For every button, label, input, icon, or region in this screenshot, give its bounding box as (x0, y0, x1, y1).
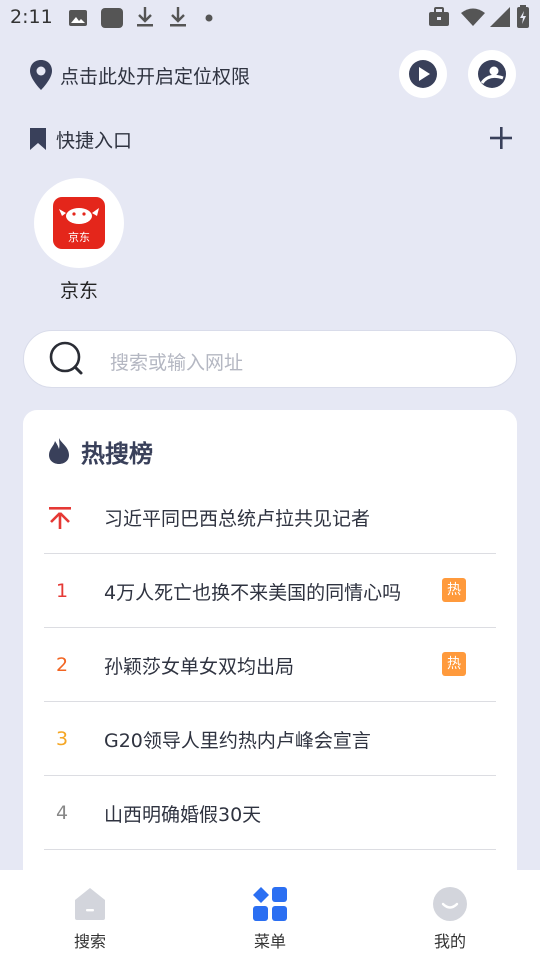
hot-item-text: 孙颖莎女单女双均出局 (104, 656, 295, 678)
nav-mine[interactable]: 我的 (405, 884, 495, 952)
status-time: 2:11 (10, 6, 53, 28)
dot-icon (205, 14, 213, 22)
status-bar: 2:11 (0, 0, 540, 36)
search-bar[interactable]: 搜索或输入网址 (23, 330, 517, 388)
location-text: 点击此处开启定位权限 (60, 65, 251, 88)
hot-item-2[interactable]: 2 孙颖莎女单女双均出局 热 (44, 628, 496, 702)
hot-item-rank: 3 (55, 728, 69, 750)
jd-logo-text: 京东 (68, 230, 90, 244)
download-icon (137, 7, 153, 27)
home-icon (75, 888, 105, 920)
nav-label: 搜索 (73, 932, 106, 951)
shortcut-bubble: 京东 (34, 178, 124, 268)
hot-item-text: 习近平同巴西总统卢拉共见记者 (104, 508, 371, 530)
hot-item-text: 山西明确婚假30天 (104, 804, 262, 826)
hot-item-3[interactable]: 3 G20领导人里约热内卢峰会宣言 (44, 702, 496, 776)
location-pin-icon (30, 60, 52, 90)
shortcut-label: 京东 (59, 280, 98, 302)
search-icon (49, 341, 83, 375)
signal-icon (490, 7, 510, 27)
wifi-icon (461, 8, 485, 26)
hot-item-rank: 2 (55, 654, 69, 676)
profile-icon (433, 887, 467, 921)
hot-item-pinned[interactable]: 习近平同巴西总统卢拉共见记者 (44, 480, 496, 554)
download-icon (170, 7, 186, 27)
user-icon (478, 60, 506, 88)
square-icon (101, 8, 123, 28)
quick-entry-header: 快捷入口 (28, 124, 132, 154)
shortcut-jd[interactable]: 京东 京东 (34, 178, 124, 303)
location-permission-prompt[interactable]: 点击此处开启定位权限 (28, 58, 250, 92)
search-input[interactable]: 搜索或输入网址 (110, 348, 243, 375)
hot-search-header: 热搜榜 (47, 434, 153, 468)
hot-search-card: 热搜榜 习近平同巴西总统卢拉共见记者 1 4万人死亡也换不来美国的同情心吗 热 … (23, 410, 517, 930)
menu-grid-icon (253, 887, 287, 921)
briefcase-icon (429, 7, 449, 26)
bookmark-icon (30, 128, 46, 150)
pin-top-icon (49, 507, 71, 529)
hot-badge: 热 (442, 578, 466, 602)
hot-item-4[interactable]: 4 山西明确婚假30天 (44, 776, 496, 850)
image-icon (69, 10, 87, 26)
hot-item-rank: 1 (55, 580, 69, 602)
play-icon (409, 60, 437, 88)
hot-item-rank: 4 (55, 802, 69, 824)
quick-entry-title: 快捷入口 (56, 129, 133, 152)
hot-item-text: G20领导人里约热内卢峰会宣言 (104, 730, 371, 752)
hot-badge: 热 (442, 652, 466, 676)
play-button[interactable] (399, 50, 447, 98)
battery-icon (517, 5, 529, 28)
plus-icon[interactable] (488, 125, 514, 151)
hot-search-title: 热搜榜 (81, 439, 153, 468)
jd-logo-icon: 京东 (53, 197, 105, 249)
flame-icon (49, 438, 69, 464)
hot-item-text: 4万人死亡也换不来美国的同情心吗 (104, 582, 402, 604)
nav-label: 我的 (433, 932, 466, 951)
bottom-navigation: 搜索 菜单 我的 (0, 870, 540, 960)
hot-item-1[interactable]: 1 4万人死亡也换不来美国的同情心吗 热 (44, 554, 496, 628)
nav-search[interactable]: 搜索 (45, 884, 135, 952)
nav-menu[interactable]: 菜单 (225, 884, 315, 952)
user-button[interactable] (468, 50, 516, 98)
nav-label: 菜单 (253, 932, 286, 951)
divider (44, 849, 496, 850)
